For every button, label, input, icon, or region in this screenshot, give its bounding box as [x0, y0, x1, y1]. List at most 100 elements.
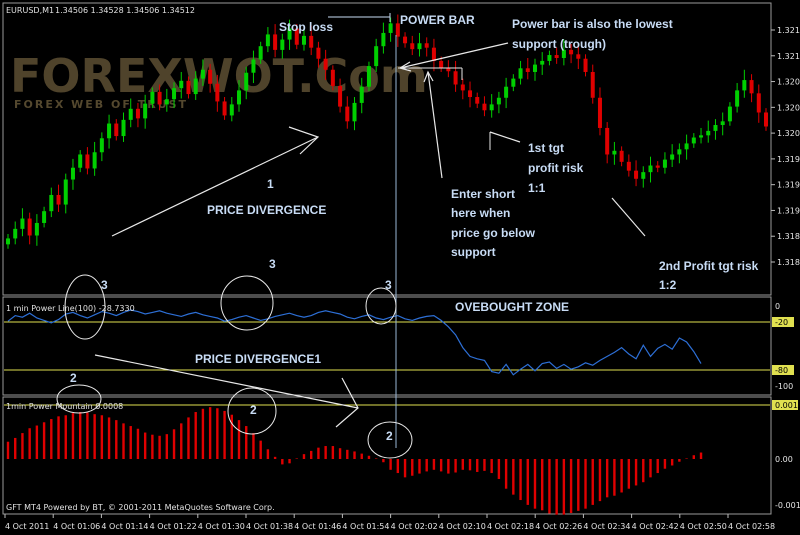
candle-body [764, 112, 768, 127]
candle-body [561, 49, 566, 58]
peak-number-2a: 2 [70, 371, 77, 385]
x-tick-label: 4 Oct 01:06 [53, 522, 100, 531]
overbought-zone-label: OVEBOUGHT ZONE [455, 300, 569, 314]
first-target-arrow [489, 131, 521, 143]
x-tick-label: 4 Oct 02:10 [439, 522, 486, 531]
candle-body [489, 104, 494, 111]
price-y-tick-label: 1.32040 [777, 103, 800, 112]
candle-body [518, 68, 523, 79]
candle-body [735, 90, 740, 107]
price-y-tick-label: 1.31935 [777, 181, 800, 190]
candle-body [107, 123, 112, 139]
candle-body [684, 143, 689, 150]
candle-body [576, 54, 581, 59]
candle-body [496, 97, 501, 105]
price-y-tick-label: 1.32145 [777, 26, 800, 35]
forexwot-watermark: FOREXWOT.Com FOREX WEB OF TRUST [10, 49, 428, 111]
candle-body [237, 90, 242, 105]
candle-body [532, 64, 537, 72]
candle-body [403, 36, 408, 44]
candle-body [662, 159, 667, 168]
candle-body [164, 99, 169, 105]
price-divergence1-arrowhead [335, 377, 359, 428]
power-bar-label: POWER BAR [400, 13, 475, 27]
candle-body [691, 137, 696, 144]
candle-body [511, 78, 516, 87]
x-tick-label: 4 Oct 01:46 [294, 522, 341, 531]
candle-body [460, 84, 465, 91]
second-target-arrow [611, 197, 646, 237]
candle-body [280, 39, 285, 50]
mountain-y-tick-label: 0.00 [775, 455, 793, 464]
peak-number-2b: 2 [250, 403, 257, 417]
mountain-y-tick-label: 0.0017 [775, 401, 800, 410]
candle-body [186, 80, 191, 95]
price-y-tick-label: 1.31865 [777, 232, 800, 241]
candle-body [756, 93, 761, 113]
candle-body [388, 23, 393, 33]
x-tick-label: 4 Oct 02:50 [680, 522, 727, 531]
candle-body [525, 68, 530, 72]
mountain-panel-frame [2, 396, 772, 515]
powerline-y-tick-label: 0 [775, 302, 780, 311]
candle-body [431, 47, 436, 61]
chart-canvas[interactable]: FOREXWOT.Com FOREX WEB OF TRUST 1.32145 1… [0, 0, 800, 535]
candle-body [439, 60, 444, 68]
mountain-y-tick-label: -0.0016 [775, 501, 800, 510]
price-y-tick-label: 1.32005 [777, 129, 800, 138]
candle-body [208, 69, 213, 84]
x-tick-label: 4 Oct 02:34 [583, 522, 630, 531]
price-y-tick-label: 1.32110 [777, 52, 800, 61]
x-tick-label: 4 Oct 01:54 [342, 522, 389, 531]
candle-body [359, 86, 364, 103]
candle-body [215, 83, 220, 102]
candle-body [70, 167, 75, 180]
candle-body [13, 228, 18, 239]
lowest-support-label-2: support (trough) [512, 37, 606, 51]
candle-body [381, 32, 386, 47]
ohlc-label: 1.34506 1.34528 1.34506 1.34512 [55, 6, 195, 15]
price-y-tick-label: 1.31900 [777, 206, 800, 215]
candle-body [374, 46, 379, 67]
candle-body [655, 165, 660, 168]
candle-body [99, 138, 104, 153]
power-line-path [7, 309, 702, 376]
candle-body [475, 97, 480, 104]
candle-body [200, 69, 205, 79]
candle-body [424, 43, 429, 48]
first-target-label-3: 1:1 [528, 181, 546, 195]
candle-body [605, 127, 610, 155]
candle-body [229, 104, 234, 116]
x-tick-label: 4 Oct 02:26 [535, 522, 582, 531]
candle-body [265, 34, 270, 47]
candle-body [482, 103, 487, 111]
price-divergence-arrow [111, 136, 319, 237]
enter-short-label-3: price go below [451, 226, 536, 240]
power-mountain-series [4, 404, 770, 515]
candle-body [749, 80, 754, 94]
candle-body [273, 34, 278, 50]
power-line-series [4, 309, 770, 376]
powerline-y-tick-label: -20 [775, 318, 788, 327]
candle-body [583, 58, 588, 72]
candle-body [626, 161, 631, 171]
candle-body [720, 121, 725, 126]
candle-body [143, 103, 148, 119]
candle-body [85, 154, 90, 169]
candle-body [92, 152, 97, 169]
candle-body [244, 72, 249, 91]
candle-body [338, 85, 343, 107]
divergence-number-1: 1 [267, 177, 274, 191]
enter-short-label-2: here when [451, 206, 510, 220]
mt4-chart-window: FOREXWOT.Com FOREX WEB OF TRUST 1.32145 1… [0, 0, 800, 535]
candle-body [27, 218, 32, 236]
candle-body [114, 123, 119, 137]
candle-body [727, 106, 732, 122]
candle-body [128, 108, 133, 120]
candle-body [20, 218, 25, 229]
candle-body [742, 80, 747, 91]
candle-body [410, 43, 415, 50]
candle-body [540, 60, 545, 65]
candle-body [713, 125, 718, 131]
candle-body [222, 101, 227, 116]
